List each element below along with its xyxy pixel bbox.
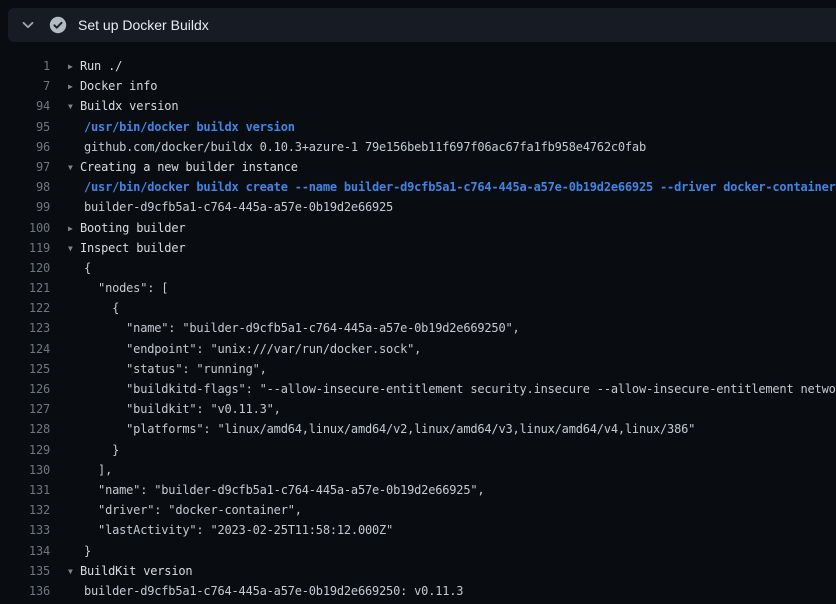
line-number[interactable]: 136	[0, 581, 50, 601]
log-text: /usr/bin/docker buildx version	[84, 120, 295, 134]
line-number[interactable]: 96	[0, 137, 50, 157]
log-line: 124 "endpoint": "unix:///var/run/docker.…	[0, 339, 836, 359]
log-text: Run ./	[80, 59, 122, 73]
line-number[interactable]: 128	[0, 419, 50, 439]
line-number[interactable]: 132	[0, 500, 50, 520]
log-line[interactable]: 119 ▼Inspect builder	[0, 238, 836, 258]
line-number[interactable]: 95	[0, 117, 50, 137]
log-text: Creating a new builder instance	[80, 160, 298, 174]
log-line[interactable]: 100 ▶Booting builder	[0, 218, 836, 238]
log-line: 129 }	[0, 440, 836, 460]
log-text: "status": "running",	[84, 362, 267, 376]
log-line: 130 ],	[0, 460, 836, 480]
log-line: 126 "buildkitd-flags": "--allow-insecure…	[0, 379, 836, 399]
log-text: "buildkit": "v0.11.3",	[84, 402, 281, 416]
log-line: 131 "name": "builder-d9cfb5a1-c764-445a-…	[0, 480, 836, 500]
log-line: 132 "driver": "docker-container",	[0, 500, 836, 520]
log-line: 133 "lastActivity": "2023-02-25T11:58:12…	[0, 520, 836, 540]
log-line: 96 github.com/docker/buildx 0.10.3+azure…	[0, 137, 836, 157]
log-line[interactable]: 1 ▶Run ./	[0, 56, 836, 76]
triangle-right-icon: ▶	[68, 57, 80, 76]
log-text: "platforms": "linux/amd64,linux/amd64/v2…	[84, 422, 695, 436]
line-number[interactable]: 125	[0, 359, 50, 379]
log-text: "buildkitd-flags": "--allow-insecure-ent…	[84, 382, 836, 396]
step-title: Set up Docker Buildx	[78, 17, 209, 33]
log-text: {	[84, 261, 91, 275]
log-text: {	[84, 301, 119, 315]
line-number[interactable]: 124	[0, 339, 50, 359]
line-number[interactable]: 121	[0, 278, 50, 298]
log-text: ],	[84, 463, 112, 477]
log-text: Buildx version	[80, 99, 178, 113]
log-line[interactable]: 94 ▼Buildx version	[0, 96, 836, 116]
line-number[interactable]: 97	[0, 157, 50, 177]
line-number[interactable]: 120	[0, 258, 50, 278]
line-number[interactable]: 99	[0, 197, 50, 217]
log-line: 127 "buildkit": "v0.11.3",	[0, 399, 836, 419]
log-text: builder-d9cfb5a1-c764-445a-a57e-0b19d2e6…	[84, 584, 463, 598]
log-text: Docker info	[80, 79, 157, 93]
log-text: Inspect builder	[80, 241, 185, 255]
line-number[interactable]: 134	[0, 541, 50, 561]
log-text: "nodes": [	[84, 281, 168, 295]
log-line[interactable]: 7 ▶Docker info	[0, 76, 836, 96]
log-text: "name": "builder-d9cfb5a1-c764-445a-a57e…	[84, 321, 520, 335]
line-number[interactable]: 129	[0, 440, 50, 460]
triangle-right-icon: ▶	[68, 77, 80, 96]
triangle-down-icon: ▼	[68, 562, 80, 581]
triangle-down-icon: ▼	[68, 97, 80, 116]
line-number[interactable]: 123	[0, 318, 50, 338]
line-number[interactable]: 1	[0, 56, 50, 76]
chevron-down-icon[interactable]	[20, 17, 36, 33]
log-line: 98 /usr/bin/docker buildx create --name …	[0, 177, 836, 197]
line-number[interactable]: 100	[0, 218, 50, 238]
log-line: 95 /usr/bin/docker buildx version	[0, 117, 836, 137]
log-line[interactable]: 97 ▼Creating a new builder instance	[0, 157, 836, 177]
line-number[interactable]: 135	[0, 561, 50, 581]
log-text: "name": "builder-d9cfb5a1-c764-445a-a57e…	[84, 483, 484, 497]
triangle-down-icon: ▼	[68, 158, 80, 177]
log-line: 125 "status": "running",	[0, 359, 836, 379]
log-line[interactable]: 135 ▼BuildKit version	[0, 561, 836, 581]
log-viewer: Set up Docker Buildx 1 ▶Run ./ 7 ▶Docker…	[0, 0, 836, 604]
line-number[interactable]: 7	[0, 76, 50, 96]
log-line: 134 }	[0, 541, 836, 561]
log-line: 122 {	[0, 298, 836, 318]
log-line: 136 builder-d9cfb5a1-c764-445a-a57e-0b19…	[0, 581, 836, 601]
step-header[interactable]: Set up Docker Buildx	[8, 8, 836, 42]
log-text: Booting builder	[80, 221, 185, 235]
line-number[interactable]: 119	[0, 238, 50, 258]
log-line: 120 {	[0, 258, 836, 278]
log-text: "endpoint": "unix:///var/run/docker.sock…	[84, 342, 421, 356]
log-lines-container: 1 ▶Run ./ 7 ▶Docker info 94 ▼Buildx vers…	[0, 56, 836, 601]
line-number[interactable]: 131	[0, 480, 50, 500]
check-circle-icon	[49, 16, 67, 34]
log-text: builder-d9cfb5a1-c764-445a-a57e-0b19d2e6…	[84, 200, 393, 214]
log-text: github.com/docker/buildx 0.10.3+azure-1 …	[84, 140, 646, 154]
line-number[interactable]: 130	[0, 460, 50, 480]
triangle-down-icon: ▼	[68, 239, 80, 258]
log-text: }	[84, 443, 119, 457]
line-number[interactable]: 94	[0, 96, 50, 116]
log-text: "driver": "docker-container",	[84, 503, 302, 517]
log-text: "lastActivity": "2023-02-25T11:58:12.000…	[84, 523, 393, 537]
log-line: 99 builder-d9cfb5a1-c764-445a-a57e-0b19d…	[0, 197, 836, 217]
log-line: 121 "nodes": [	[0, 278, 836, 298]
line-number[interactable]: 126	[0, 379, 50, 399]
triangle-right-icon: ▶	[68, 219, 80, 238]
line-number[interactable]: 98	[0, 177, 50, 197]
log-text: }	[84, 544, 91, 558]
log-text: BuildKit version	[80, 564, 192, 578]
log-line: 123 "name": "builder-d9cfb5a1-c764-445a-…	[0, 318, 836, 338]
log-text: /usr/bin/docker buildx create --name bui…	[84, 180, 836, 194]
line-number[interactable]: 133	[0, 520, 50, 540]
log-line: 128 "platforms": "linux/amd64,linux/amd6…	[0, 419, 836, 439]
line-number[interactable]: 127	[0, 399, 50, 419]
line-number[interactable]: 122	[0, 298, 50, 318]
